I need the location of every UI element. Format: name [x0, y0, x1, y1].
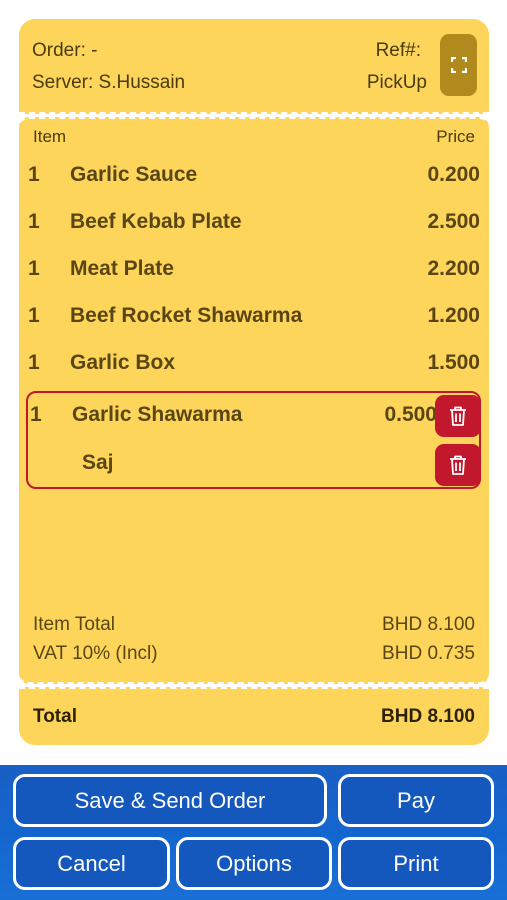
cancel-button[interactable]: Cancel: [13, 837, 170, 890]
print-button[interactable]: Print: [338, 837, 494, 890]
order-total-card: Total BHD 8.100: [19, 687, 489, 745]
ref-label: Ref#:: [375, 40, 421, 61]
item-qty: 1: [28, 351, 40, 374]
item-column-header: Item: [33, 127, 67, 146]
selected-item-name: Garlic Shawarma: [72, 403, 243, 426]
item-name: Meat Plate: [70, 257, 174, 280]
item-price: 1.500: [427, 351, 480, 374]
item-name: Garlic Box: [70, 351, 176, 374]
selected-order-item[interactable]: 1 Garlic Shawarma 0.500 Saj: [26, 391, 481, 489]
total-value: BHD 8.100: [381, 706, 475, 727]
item-total-label: Item Total: [33, 614, 116, 635]
save-send-order-button[interactable]: Save & Send Order: [13, 774, 327, 827]
trash-icon: [450, 455, 466, 475]
order-item-row[interactable]: 1 Garlic Box 1.500: [19, 351, 489, 381]
selected-item-modifier: Saj: [82, 451, 114, 474]
trash-icon: [450, 406, 466, 426]
item-price: 0.200: [427, 163, 480, 186]
item-price: 2.500: [427, 210, 480, 233]
delete-item-button[interactable]: [435, 395, 481, 437]
item-qty: 1: [28, 163, 40, 186]
item-qty: 1: [28, 304, 40, 327]
item-name: Garlic Sauce: [70, 163, 198, 186]
item-price: 1.200: [427, 304, 480, 327]
expand-button[interactable]: [440, 34, 477, 96]
item-price: 2.200: [427, 257, 480, 280]
item-name: Beef Rocket Shawarma: [70, 304, 303, 327]
order-label: Order: -: [32, 40, 98, 61]
order-mode-label: PickUp: [366, 72, 427, 93]
order-header-card: Order: - Server: S.Hussain Ref#: PickUp: [19, 19, 489, 114]
server-label: Server: S.Hussain: [32, 72, 186, 93]
item-total-value: BHD 8.100: [382, 614, 475, 635]
options-button[interactable]: Options: [176, 837, 332, 890]
item-name: Beef Kebab Plate: [70, 210, 242, 233]
delete-modifier-button[interactable]: [435, 444, 481, 486]
item-qty: 1: [28, 257, 40, 280]
price-column-header: Price: [436, 127, 475, 146]
expand-icon: [450, 57, 467, 73]
pay-button[interactable]: Pay: [338, 774, 494, 827]
order-item-row[interactable]: 1 Beef Kebab Plate 2.500: [19, 210, 489, 240]
order-item-row[interactable]: 1 Meat Plate 2.200: [19, 257, 489, 287]
total-label: Total: [33, 706, 77, 727]
vat-label: VAT 10% (Incl): [33, 643, 158, 664]
selected-item-price: 0.500: [384, 403, 437, 426]
vat-value: BHD 0.735: [382, 643, 475, 664]
item-qty: 1: [28, 210, 40, 233]
action-bar: Save & Send Order Pay Cancel Options Pri…: [0, 765, 507, 900]
order-items-card: Item Price 1 Garlic Sauce 0.200 1 Beef K…: [19, 117, 489, 684]
selected-item-qty: 1: [30, 403, 42, 426]
order-item-row[interactable]: 1 Garlic Sauce 0.200: [19, 163, 489, 193]
order-item-row[interactable]: 1 Beef Rocket Shawarma 1.200: [19, 304, 489, 334]
